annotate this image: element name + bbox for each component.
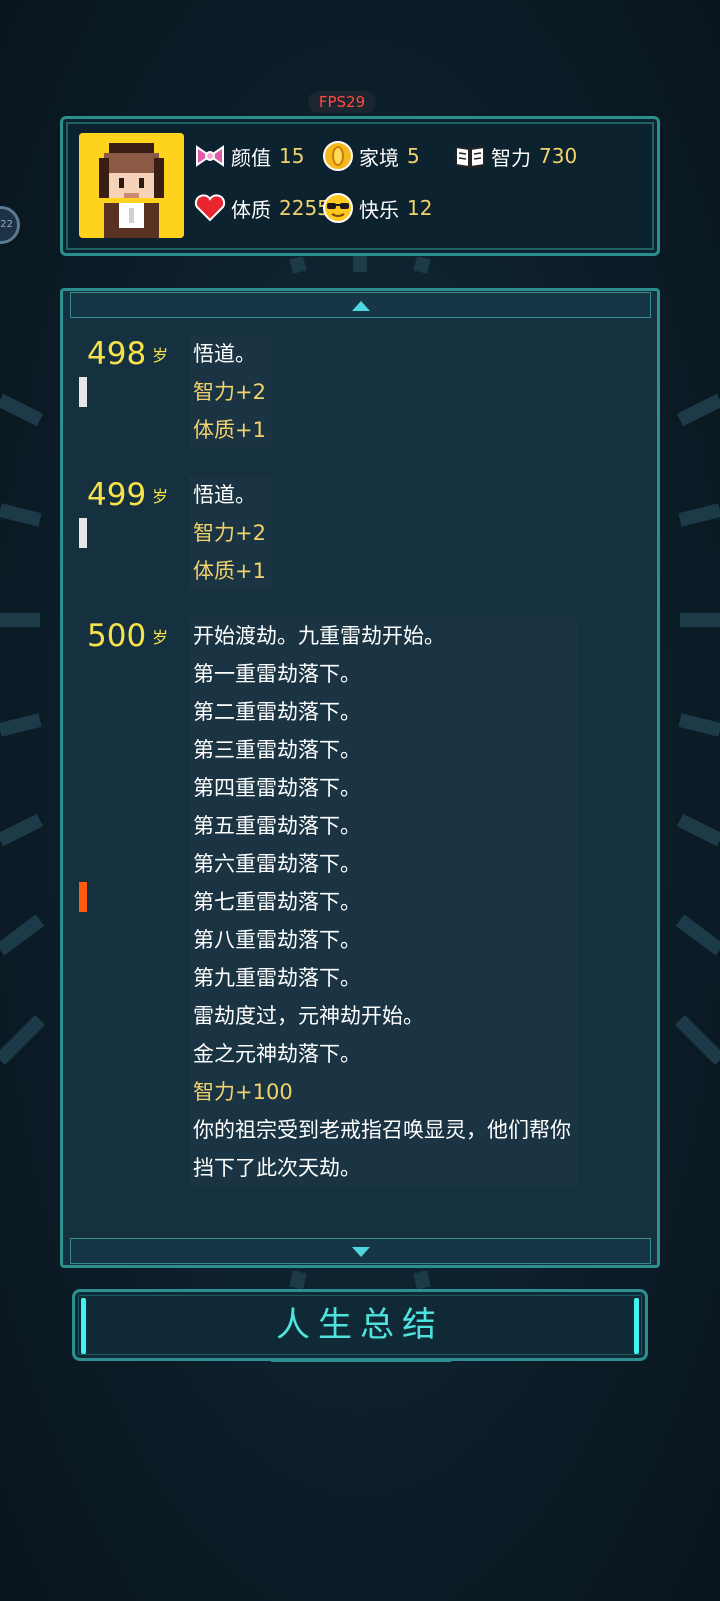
event-text: 第二重雷劫落下。 <box>189 693 577 731</box>
attribute-change: 智力+2 <box>189 373 272 411</box>
up-arrow-icon <box>351 301 370 311</box>
event-text: 悟道。 <box>189 335 272 373</box>
stat-value: 730 <box>539 144 578 168</box>
attribute-change: 智力+2 <box>189 514 272 552</box>
event-lines: 悟道。 智力+2 体质+1 <box>189 476 272 590</box>
life-summary-button[interactable]: 人生总结 <box>72 1289 648 1362</box>
event-text: 第七重雷劫落下。 <box>189 883 577 921</box>
stat-physique: 体质 2255 <box>193 191 330 225</box>
heart-icon <box>194 194 226 222</box>
event-text: 第九重雷劫落下。 <box>189 959 577 997</box>
stat-appearance: 颜值 15 <box>193 139 304 173</box>
stat-label: 颜值 <box>231 145 271 170</box>
age-label: 498 岁 <box>87 336 169 372</box>
event-lines: 开始渡劫。九重雷劫开始。 第一重雷劫落下。 第二重雷劫落下。 第三重雷劫落下。 … <box>189 617 577 1187</box>
event-text: 第四重雷劫落下。 <box>189 769 577 807</box>
game-screen: FPS29 22 颜值 15 家境 5 智力 730 体质 2255 快乐 12… <box>0 0 720 1601</box>
stat-label: 快乐 <box>359 197 399 222</box>
stat-value: 12 <box>407 196 433 220</box>
attribute-panel: 颜值 15 家境 5 智力 730 体质 2255 快乐 12 <box>60 116 660 256</box>
attribute-change: 体质+1 <box>189 552 272 590</box>
event-marker-alert <box>79 882 87 912</box>
side-badge-text: 22 <box>0 219 13 230</box>
stat-family: 家境 5 <box>321 139 420 173</box>
stat-value: 15 <box>279 144 305 168</box>
attribute-change: 体质+1 <box>189 411 272 449</box>
coin-icon <box>323 141 353 171</box>
button-lip <box>271 1358 451 1362</box>
age-label: 500 岁 <box>87 618 169 654</box>
event-text: 悟道。 <box>189 476 272 514</box>
event-lines: 悟道。 智力+2 体质+1 <box>189 335 272 449</box>
event-text: 你的祖宗受到老戒指召唤显灵，他们帮你 <box>189 1111 577 1149</box>
stat-label: 家境 <box>359 145 399 170</box>
event-text: 第五重雷劫落下。 <box>189 807 577 845</box>
event-text: 第一重雷劫落下。 <box>189 655 577 693</box>
book-icon <box>455 145 485 169</box>
stat-value: 5 <box>407 144 420 168</box>
down-arrow-icon <box>351 1247 370 1257</box>
event-marker <box>79 518 87 548</box>
event-text: 挡下了此次天劫。 <box>189 1149 577 1187</box>
stat-happiness: 快乐 12 <box>321 191 432 225</box>
life-log-panel[interactable]: 498 岁 悟道。 智力+2 体质+1 499 岁 悟道。 智力+2 体质+1 50… <box>60 288 660 1268</box>
event-text: 开始渡劫。九重雷劫开始。 <box>189 617 577 655</box>
attribute-change: 智力+100 <box>189 1073 577 1111</box>
event-text: 第八重雷劫落下。 <box>189 921 577 959</box>
scroll-up-button[interactable] <box>70 292 651 318</box>
stat-label: 智力 <box>491 145 531 170</box>
event-text: 金之元神劫落下。 <box>189 1035 577 1073</box>
event-text: 第六重雷劫落下。 <box>189 845 577 883</box>
sunglasses-face-icon <box>323 193 353 223</box>
scroll-down-button[interactable] <box>70 1238 651 1264</box>
stat-intelligence: 智力 730 <box>453 139 577 173</box>
event-text: 第三重雷劫落下。 <box>189 731 577 769</box>
event-marker <box>79 377 87 407</box>
event-text: 雷劫度过，元神劫开始。 <box>189 997 577 1035</box>
age-label: 499 岁 <box>87 477 169 513</box>
bow-icon <box>196 145 224 167</box>
summary-button-label: 人生总结 <box>276 1305 444 1345</box>
avatar <box>79 133 184 238</box>
fps-counter: FPS29 <box>308 91 376 113</box>
stat-label: 体质 <box>231 197 271 222</box>
